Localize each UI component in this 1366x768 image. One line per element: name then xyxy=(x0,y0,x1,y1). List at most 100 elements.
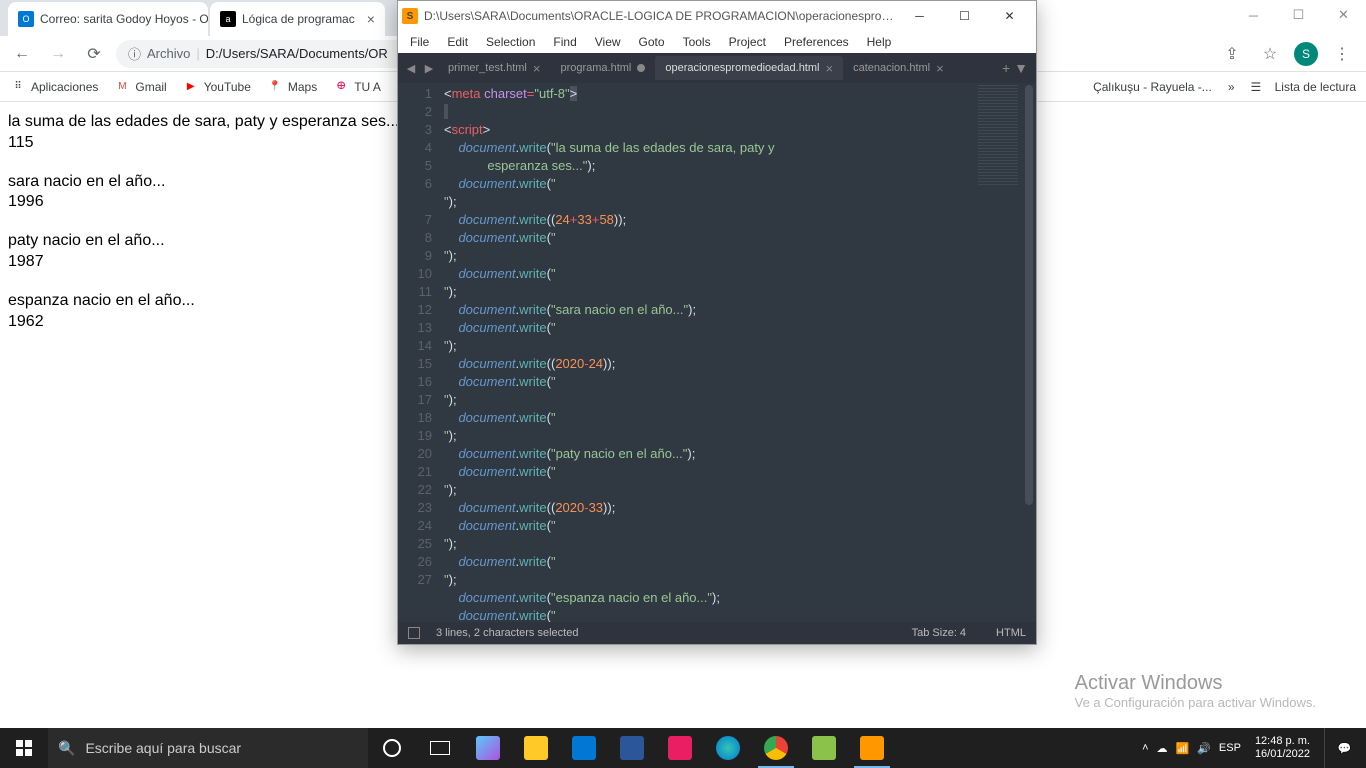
reading-list-button[interactable]: ☰ Lista de lectura xyxy=(1251,80,1357,94)
share-icon[interactable]: ⇪ xyxy=(1218,40,1246,68)
vertical-scrollbar[interactable] xyxy=(1022,83,1036,622)
watermark-title: Activar Windows xyxy=(1075,672,1316,695)
reload-icon[interactable]: ⟳ xyxy=(80,40,108,68)
tab-prev-icon[interactable]: ◀ xyxy=(402,62,420,75)
snip-icon[interactable] xyxy=(656,728,704,768)
close-button[interactable]: ✕ xyxy=(987,2,1032,30)
apps-button[interactable]: ⠿Aplicaciones xyxy=(10,79,98,95)
bookmarks-overflow-icon[interactable]: » xyxy=(1228,80,1235,94)
list-icon: ☰ xyxy=(1251,80,1262,94)
sublime-status-bar: 3 lines, 2 characters selected Tab Size:… xyxy=(398,622,1036,644)
menu-item-edit[interactable]: Edit xyxy=(439,33,476,51)
taskbar-clock[interactable]: 12:48 p. m. 16/01/2022 xyxy=(1249,735,1316,761)
close-icon[interactable]: × xyxy=(825,61,833,76)
back-icon[interactable]: ← xyxy=(8,40,36,68)
status-panel-icon[interactable] xyxy=(408,627,420,639)
clock-time: 12:48 p. m. xyxy=(1255,735,1310,748)
menu-item-project[interactable]: Project xyxy=(721,33,774,51)
browser-tab[interactable]: a Lógica de programac × xyxy=(210,2,385,36)
menu-item-tools[interactable]: Tools xyxy=(675,33,719,51)
sublime-titlebar[interactable]: S D:\Users\SARA\Documents\ORACLE-LOGICA … xyxy=(398,1,1036,31)
browser-tab[interactable]: O Correo: sarita Godoy Hoyos - Ou × xyxy=(8,2,208,36)
msstore-icon[interactable] xyxy=(464,728,512,768)
menu-item-goto[interactable]: Goto xyxy=(631,33,673,51)
file-tab-label: programa.html xyxy=(560,62,631,74)
bookmark-item[interactable]: ⴲTU A xyxy=(333,79,381,95)
menu-item-find[interactable]: Find xyxy=(545,33,584,51)
start-button[interactable] xyxy=(0,728,48,768)
bookmark-label: TU A xyxy=(354,80,381,94)
address-prefix: Archivo xyxy=(147,46,190,61)
status-tabsize[interactable]: Tab Size: 4 xyxy=(912,627,966,639)
notepadpp-icon[interactable] xyxy=(800,728,848,768)
bookmark-icon[interactable]: ☆ xyxy=(1256,40,1284,68)
forward-icon[interactable]: → xyxy=(44,40,72,68)
bookmark-item[interactable]: 📍Maps xyxy=(267,79,317,95)
explorer-icon[interactable] xyxy=(512,728,560,768)
site-icon: a xyxy=(220,11,236,27)
new-tab-icon[interactable]: + xyxy=(1002,60,1010,76)
sublime-icon[interactable] xyxy=(848,728,896,768)
menu-item-file[interactable]: File xyxy=(402,33,437,51)
volume-icon[interactable]: 🔊 xyxy=(1197,742,1211,755)
bookmark-label: YouTube xyxy=(204,80,251,94)
bookmark-item[interactable]: ▶YouTube xyxy=(183,79,251,95)
mail-icon[interactable] xyxy=(560,728,608,768)
file-tab[interactable]: primer_test.html× xyxy=(438,56,550,80)
taskbar-search[interactable]: 🔍 Escribe aquí para buscar xyxy=(48,728,368,768)
menu-item-selection[interactable]: Selection xyxy=(478,33,543,51)
taskview-icon[interactable] xyxy=(416,728,464,768)
minimize-button[interactable]: ─ xyxy=(897,2,942,30)
tray-overflow-icon[interactable]: ˄ xyxy=(1142,742,1148,754)
chrome-icon[interactable] xyxy=(752,728,800,768)
code-area[interactable]: <meta charset="utf-8"> <script> document… xyxy=(440,83,962,622)
word-icon[interactable] xyxy=(608,728,656,768)
browser-toolbar-right: ⇪ ☆ S ⋮ xyxy=(1037,36,1366,72)
onedrive-icon[interactable]: ☁ xyxy=(1157,742,1168,755)
bookmark-item[interactable]: Çalıkuşu - Rayuela -... xyxy=(1093,80,1212,94)
status-language[interactable]: HTML xyxy=(996,627,1026,639)
status-selection: 3 lines, 2 characters selected xyxy=(436,627,578,639)
chrome-minimize-button[interactable]: ─ xyxy=(1231,0,1276,30)
chrome-maximize-button[interactable]: ☐ xyxy=(1276,0,1321,30)
menu-icon[interactable]: ⋮ xyxy=(1328,40,1356,68)
chrome-close-button[interactable]: ✕ xyxy=(1321,0,1366,30)
maximize-button[interactable]: ☐ xyxy=(942,2,987,30)
sublime-text-window: S D:\Users\SARA\Documents\ORACLE-LOGICA … xyxy=(397,0,1037,645)
file-tab[interactable]: programa.html xyxy=(550,56,655,80)
profile-avatar[interactable]: S xyxy=(1294,42,1318,66)
gmail-icon: M xyxy=(114,79,130,95)
address-path: D:/Users/SARA/Documents/OR xyxy=(206,46,388,61)
notification-center-icon[interactable]: 💬 xyxy=(1324,728,1364,768)
sublime-tab-bar: ◀ ▶ primer_test.html× programa.html operac… xyxy=(398,53,1036,83)
minimap[interactable] xyxy=(962,83,1022,622)
bookmark-label: Çalıkuşu - Rayuela -... xyxy=(1093,80,1212,94)
edge-icon[interactable] xyxy=(704,728,752,768)
cortana-icon[interactable] xyxy=(368,728,416,768)
menu-item-help[interactable]: Help xyxy=(859,33,900,51)
bookmark-item[interactable]: M Gmail xyxy=(114,79,166,95)
bookmark-label: Gmail xyxy=(135,80,166,94)
bookmark-label: Maps xyxy=(288,80,317,94)
taskbar-apps xyxy=(368,728,896,768)
dirty-indicator-icon xyxy=(637,64,645,72)
menu-item-preferences[interactable]: Preferences xyxy=(776,33,857,51)
wifi-icon[interactable]: 📶 xyxy=(1176,742,1190,755)
line-gutter: 123456 789101112131415161718192021222324… xyxy=(398,83,440,622)
file-tab[interactable]: operacionespromedioedad.html× xyxy=(655,56,843,80)
language-indicator[interactable]: ESP xyxy=(1219,742,1241,754)
chrome-window-controls: ─ ☐ ✕ xyxy=(1037,0,1366,30)
sublime-menu-bar: FileEditSelectionFindViewGotoToolsProjec… xyxy=(398,31,1036,53)
info-icon: ⓘ xyxy=(128,44,141,63)
close-icon[interactable]: × xyxy=(367,11,375,27)
menu-item-view[interactable]: View xyxy=(587,33,629,51)
windows-taskbar: 🔍 Escribe aquí para buscar ˄ ☁ 📶 🔊 ESP 1… xyxy=(0,728,1366,768)
sublime-title: D:\Users\SARA\Documents\ORACLE-LOGICA DE… xyxy=(424,9,897,23)
tab-dropdown-icon[interactable]: ▼ xyxy=(1014,60,1028,76)
file-tab[interactable]: catenacion.html× xyxy=(843,56,954,80)
tab-next-icon[interactable]: ▶ xyxy=(420,62,438,75)
close-icon[interactable]: × xyxy=(533,61,541,76)
search-placeholder: Escribe aquí para buscar xyxy=(85,740,241,756)
close-icon[interactable]: × xyxy=(936,61,944,76)
sublime-editor[interactable]: 123456 789101112131415161718192021222324… xyxy=(398,83,1036,622)
